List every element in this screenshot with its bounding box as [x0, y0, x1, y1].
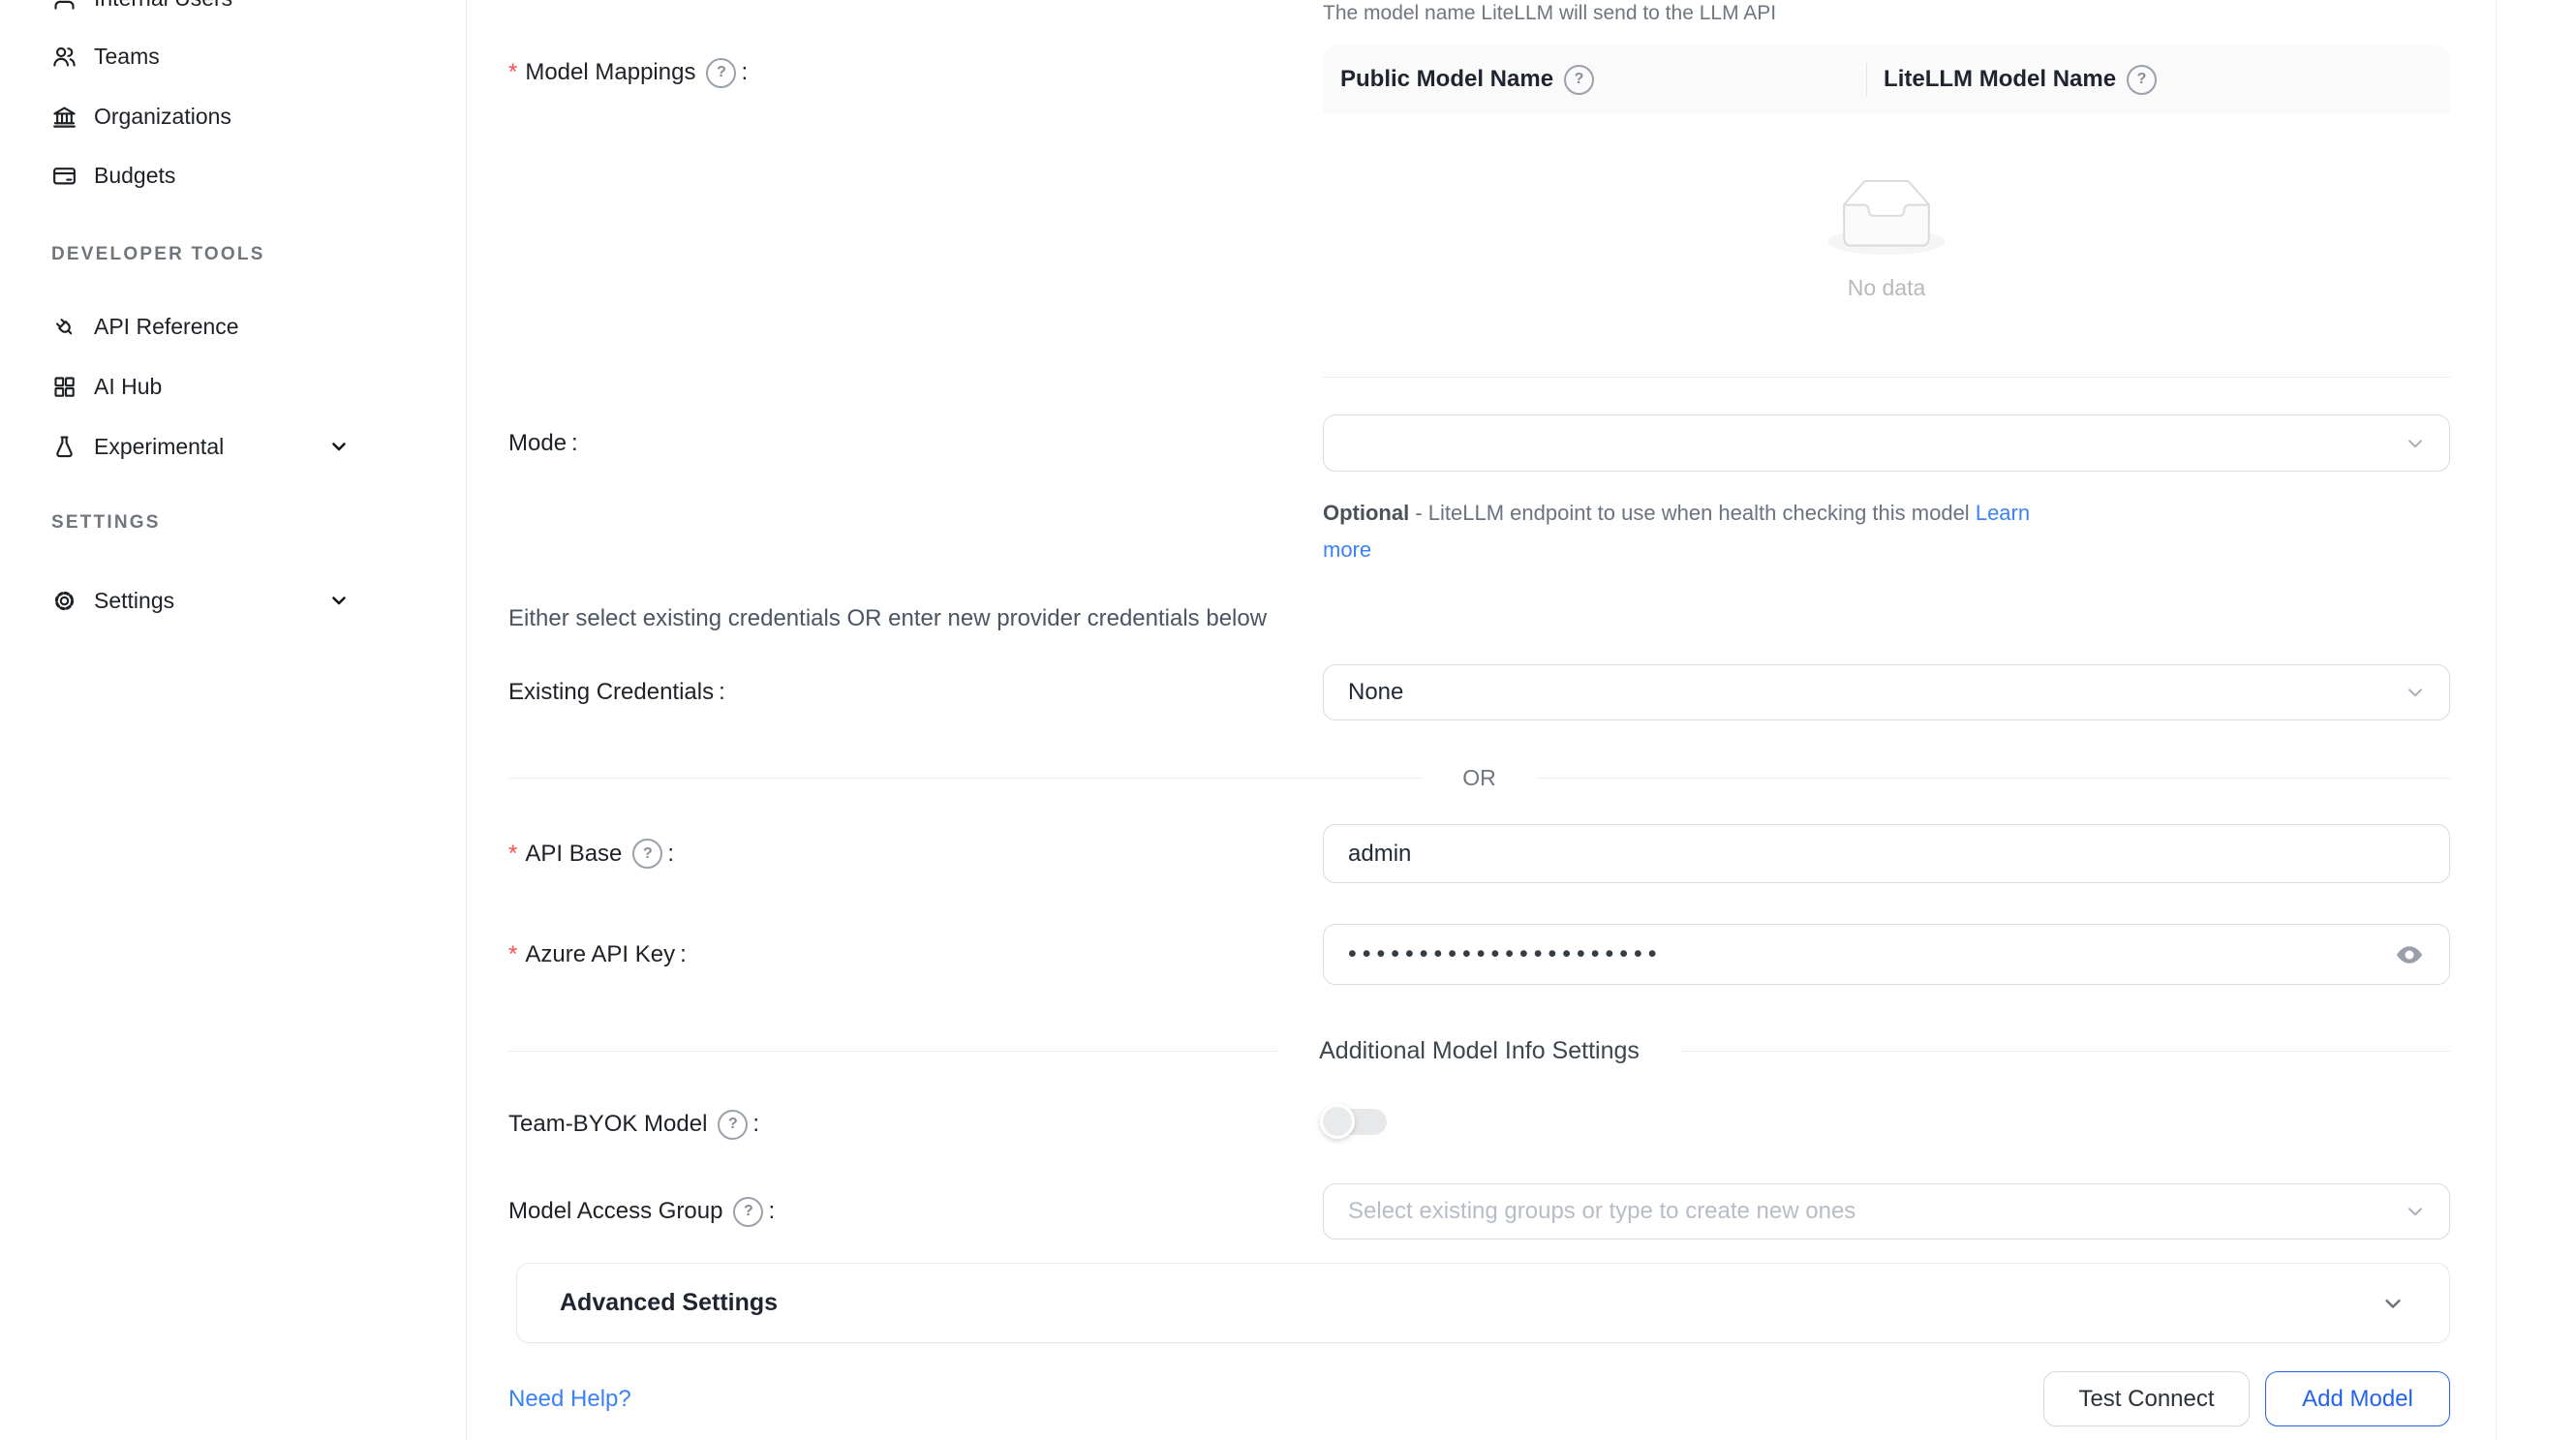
sidebar-item-label: Teams: [94, 44, 160, 70]
sidebar-item-label: Organizations: [94, 104, 231, 130]
api-base-row: * API Base ? : admin: [508, 824, 2450, 883]
sidebar-item-settings[interactable]: Settings: [0, 570, 466, 630]
additional-settings-divider: Additional Model Info Settings: [508, 1037, 2450, 1064]
sidebar-item-api-reference[interactable]: API Reference: [0, 296, 466, 356]
api-base-label: * API Base ? :: [508, 824, 1323, 883]
chevron-down-icon: [2403, 680, 2428, 705]
chevron-down-icon: [2403, 431, 2428, 456]
sidebar-item-label: Budgets: [94, 163, 175, 189]
masked-api-key-value: ••••••••••••••••••••••: [1348, 942, 1663, 966]
required-asterisk: *: [508, 59, 517, 86]
sidebar-section-settings: SETTINGS: [51, 512, 161, 534]
existing-credentials-value: None: [1348, 679, 1403, 706]
team-byok-label: Team-BYOK Model ? :: [508, 1106, 1323, 1143]
learn-more-link[interactable]: Learn: [1976, 501, 2030, 525]
model-access-group-select[interactable]: Select existing groups or type to create…: [1323, 1183, 2450, 1240]
required-asterisk: *: [508, 941, 517, 968]
chevron-down-icon[interactable]: [327, 435, 351, 458]
help-circle-icon[interactable]: ?: [1564, 65, 1594, 95]
sidebar-item-label: Settings: [94, 588, 174, 614]
sidebar-item-label: AI Hub: [94, 374, 162, 400]
model-access-group-label: Model Access Group ? :: [508, 1183, 1323, 1240]
existing-credentials-row: Existing Credentials : None: [508, 664, 2450, 720]
mode-help-text: Optional - LiteLLM endpoint to use when …: [1323, 495, 2450, 568]
table-empty-state: No data: [1323, 113, 2450, 378]
empty-inbox-icon: [1827, 179, 1946, 255]
column-header-litellm-model-name: LiteLLM Model Name ?: [1866, 65, 2450, 95]
model-mappings-row: * Model Mappings ? : Public Model Name ?…: [508, 46, 2450, 378]
add-model-page: Internal Users Teams Organizations Budge…: [0, 0, 2576, 1440]
content-card-edge: [2496, 0, 2497, 1440]
chevron-down-icon: [2379, 1290, 2407, 1317]
azure-api-key-label: * Azure API Key :: [508, 924, 1323, 985]
or-divider: OR: [508, 764, 2450, 791]
no-data-text: No data: [1323, 275, 2450, 301]
sidebar-section-developer-tools: DEVELOPER TOOLS: [51, 244, 265, 265]
help-circle-icon[interactable]: ?: [718, 1110, 748, 1140]
form-footer: Need Help? Test Connect Add Model: [508, 1371, 2450, 1426]
bank-icon: [51, 104, 77, 130]
model-access-group-placeholder: Select existing groups or type to create…: [1348, 1198, 1855, 1225]
sidebar-item-ai-hub[interactable]: AI Hub: [0, 356, 466, 416]
column-header-public-model-name: Public Model Name ?: [1323, 65, 1866, 95]
grid-icon: [51, 374, 77, 400]
sidebar-item-experimental[interactable]: Experimental: [0, 416, 466, 476]
need-help-link[interactable]: Need Help?: [508, 1386, 2043, 1413]
flask-icon: [51, 434, 77, 460]
help-circle-icon[interactable]: ?: [632, 839, 662, 869]
table-header: Public Model Name ? LiteLLM Model Name ?: [1323, 46, 2450, 113]
mode-row: Mode :: [508, 414, 2450, 472]
chevron-down-icon: [2403, 1199, 2428, 1224]
mode-select[interactable]: [1323, 414, 2450, 472]
test-connect-button[interactable]: Test Connect: [2043, 1371, 2250, 1426]
chevron-down-icon[interactable]: [327, 589, 351, 612]
sidebar-item-budgets[interactable]: Budgets: [0, 145, 466, 205]
model-mappings-label: * Model Mappings ? :: [508, 46, 1323, 100]
api-base-value: admin: [1348, 841, 1411, 868]
team-byok-toggle[interactable]: [1323, 1109, 1387, 1135]
help-circle-icon[interactable]: ?: [2127, 65, 2157, 95]
eye-icon[interactable]: [2395, 940, 2424, 969]
toggle-knob: [1320, 1104, 1355, 1139]
learn-more-link[interactable]: more: [1323, 537, 1371, 562]
sidebar-item-internal-users[interactable]: Internal Users: [0, 0, 466, 28]
team-byok-row: Team-BYOK Model ? :: [508, 1106, 2450, 1143]
sidebar-item-label: Internal Users: [94, 0, 232, 12]
model-access-group-row: Model Access Group ? : Select existing g…: [508, 1183, 2450, 1240]
litellm-model-name-help-text: The model name LiteLLM will send to the …: [1323, 2, 1776, 25]
user-icon: [51, 0, 77, 12]
gear-icon: [51, 588, 77, 614]
help-circle-icon[interactable]: ?: [733, 1197, 763, 1227]
help-circle-icon[interactable]: ?: [706, 58, 736, 88]
existing-credentials-select[interactable]: None: [1323, 664, 2450, 720]
credit-card-icon: [51, 163, 77, 189]
advanced-settings-title: Advanced Settings: [560, 1289, 2379, 1317]
required-asterisk: *: [508, 841, 517, 868]
azure-api-key-row: * Azure API Key : ••••••••••••••••••••••: [508, 924, 2450, 985]
sidebar-item-label: API Reference: [94, 314, 239, 340]
sidebar: Internal Users Teams Organizations Budge…: [0, 0, 467, 1440]
mode-label: Mode :: [508, 414, 1323, 472]
azure-api-key-input[interactable]: ••••••••••••••••••••••: [1323, 924, 2450, 985]
sidebar-item-teams[interactable]: Teams: [0, 26, 466, 86]
existing-credentials-label: Existing Credentials :: [508, 664, 1323, 720]
add-model-button[interactable]: Add Model: [2265, 1371, 2450, 1426]
users-icon: [51, 44, 77, 70]
api-base-input[interactable]: admin: [1323, 824, 2450, 883]
credentials-note: Either select existing credentials OR en…: [508, 605, 1267, 632]
model-mappings-table: Public Model Name ? LiteLLM Model Name ?: [1323, 46, 2450, 378]
sidebar-item-organizations[interactable]: Organizations: [0, 86, 466, 146]
advanced-settings-panel[interactable]: Advanced Settings: [516, 1263, 2450, 1343]
plug-icon: [51, 314, 77, 340]
sidebar-item-label: Experimental: [94, 434, 224, 460]
